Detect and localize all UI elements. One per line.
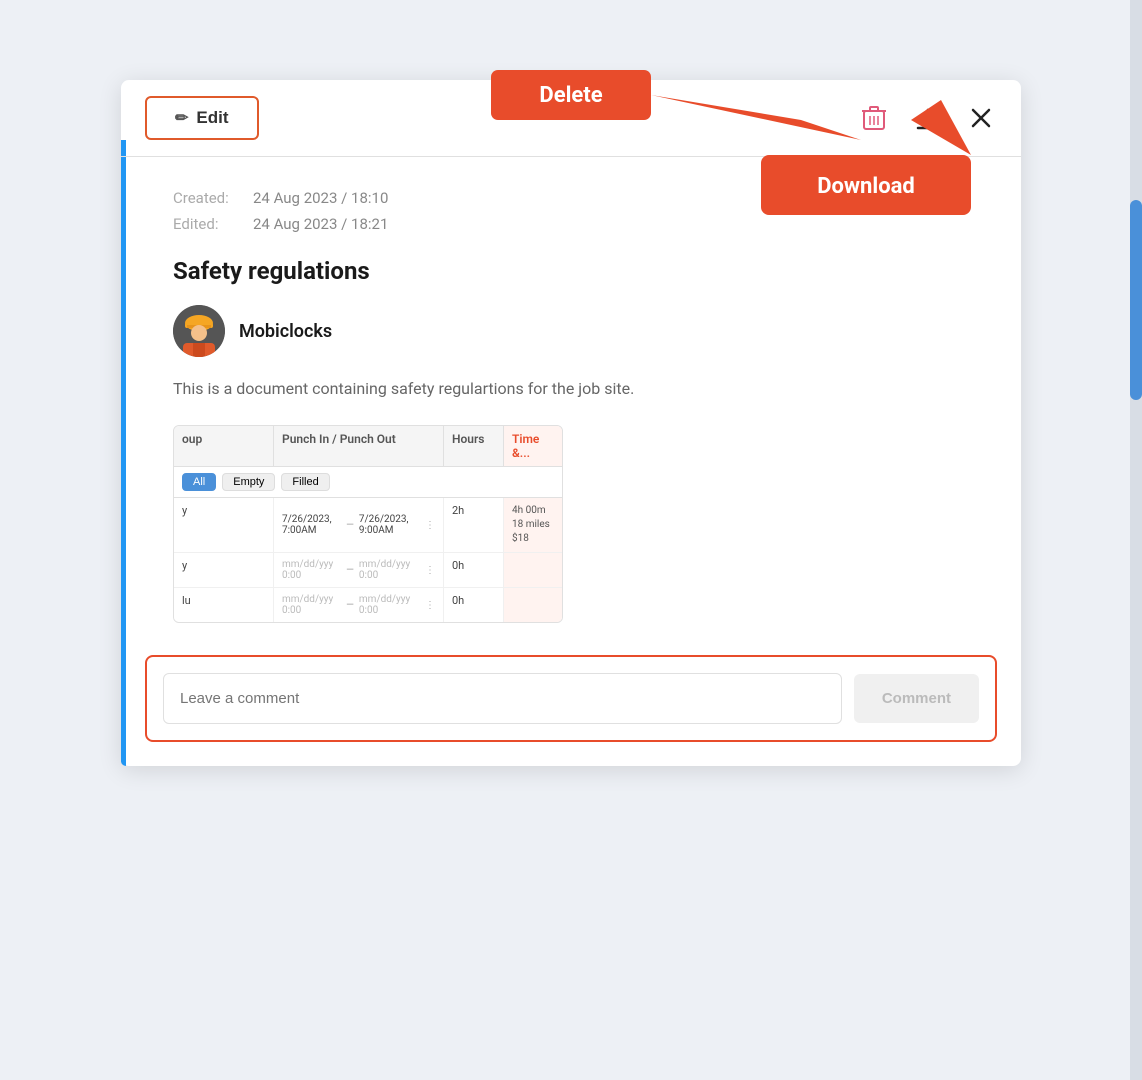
pencil-icon: ✏ [175, 108, 188, 128]
upload-button[interactable] [911, 100, 945, 136]
col-time: Time &... [504, 426, 563, 466]
page-background: Delete Download ✏ Edit [0, 0, 1142, 1080]
table-body: y 7/26/2023, 7:00AM — 7/26/2023, 9:00AM … [174, 498, 562, 622]
author-row: Mobiclocks [173, 305, 981, 357]
author-name: Mobiclocks [239, 321, 332, 342]
delete-button[interactable] [857, 100, 891, 136]
document-title: Safety regulations [173, 257, 981, 285]
toolbar: ✏ Edit [121, 80, 1021, 157]
table-row: y 7/26/2023, 7:00AM — 7/26/2023, 9:00AM … [174, 498, 562, 553]
document-panel: Delete Download ✏ Edit [121, 80, 1021, 766]
document-description: This is a document containing safety reg… [173, 377, 981, 401]
col-hours: Hours [444, 426, 504, 466]
toolbar-icons [857, 100, 997, 136]
edited-label: Edited: [173, 215, 253, 233]
upload-icon [915, 104, 941, 132]
comment-area: Comment [145, 655, 997, 742]
cell-punch: mm/dd/yyy 0:00 — mm/dd/yyy 0:00 ⋮ [274, 553, 444, 587]
cell-time: 4h 00m18 miles$18 [504, 498, 563, 552]
col-punch: Punch In / Punch Out [274, 426, 444, 466]
created-row: Created: 24 Aug 2023 / 18:10 [173, 189, 981, 207]
table-row: lu mm/dd/yyy 0:00 — mm/dd/yyy 0:00 ⋮ 0h [174, 588, 562, 622]
filter-filled[interactable]: Filled [281, 473, 329, 491]
document-content: Created: 24 Aug 2023 / 18:10 Edited: 24 … [121, 157, 1021, 655]
comment-button[interactable]: Comment [854, 674, 979, 723]
comment-input[interactable] [163, 673, 842, 724]
filter-empty[interactable]: Empty [222, 473, 275, 491]
scrollbar[interactable] [1130, 0, 1142, 1080]
cell-punch: mm/dd/yyy 0:00 — mm/dd/yyy 0:00 ⋮ [274, 588, 444, 622]
table-header: oup Punch In / Punch Out Hours Time &... [174, 426, 562, 467]
edited-value: 24 Aug 2023 / 18:21 [253, 215, 388, 233]
col-group: oup [174, 426, 274, 466]
scrollbar-thumb[interactable] [1130, 200, 1142, 400]
edit-button[interactable]: ✏ Edit [145, 96, 259, 140]
filter-row: All Empty Filled [174, 467, 562, 498]
avatar [173, 305, 225, 357]
created-value: 24 Aug 2023 / 18:10 [253, 189, 388, 207]
cell-group: lu [174, 588, 274, 622]
cell-hours: 0h [444, 553, 504, 587]
avatar-image [173, 305, 225, 357]
created-label: Created: [173, 189, 253, 207]
cell-hours: 0h [444, 588, 504, 622]
trash-icon [861, 104, 887, 132]
cell-group: y [174, 498, 274, 552]
cell-time [504, 588, 563, 622]
table-row: y mm/dd/yyy 0:00 — mm/dd/yyy 0:00 ⋮ 0h [174, 553, 562, 588]
edit-label: Edit [196, 108, 228, 128]
cell-punch: 7/26/2023, 7:00AM — 7/26/2023, 9:00AM ⋮ [274, 498, 444, 552]
edited-row: Edited: 24 Aug 2023 / 18:21 [173, 215, 981, 233]
close-icon [969, 106, 993, 130]
preview-table: oup Punch In / Punch Out Hours Time &...… [173, 425, 563, 623]
cell-time [504, 553, 563, 587]
filter-all[interactable]: All [182, 473, 216, 491]
close-button[interactable] [965, 102, 997, 134]
cell-hours: 2h [444, 498, 504, 552]
cell-group: y [174, 553, 274, 587]
